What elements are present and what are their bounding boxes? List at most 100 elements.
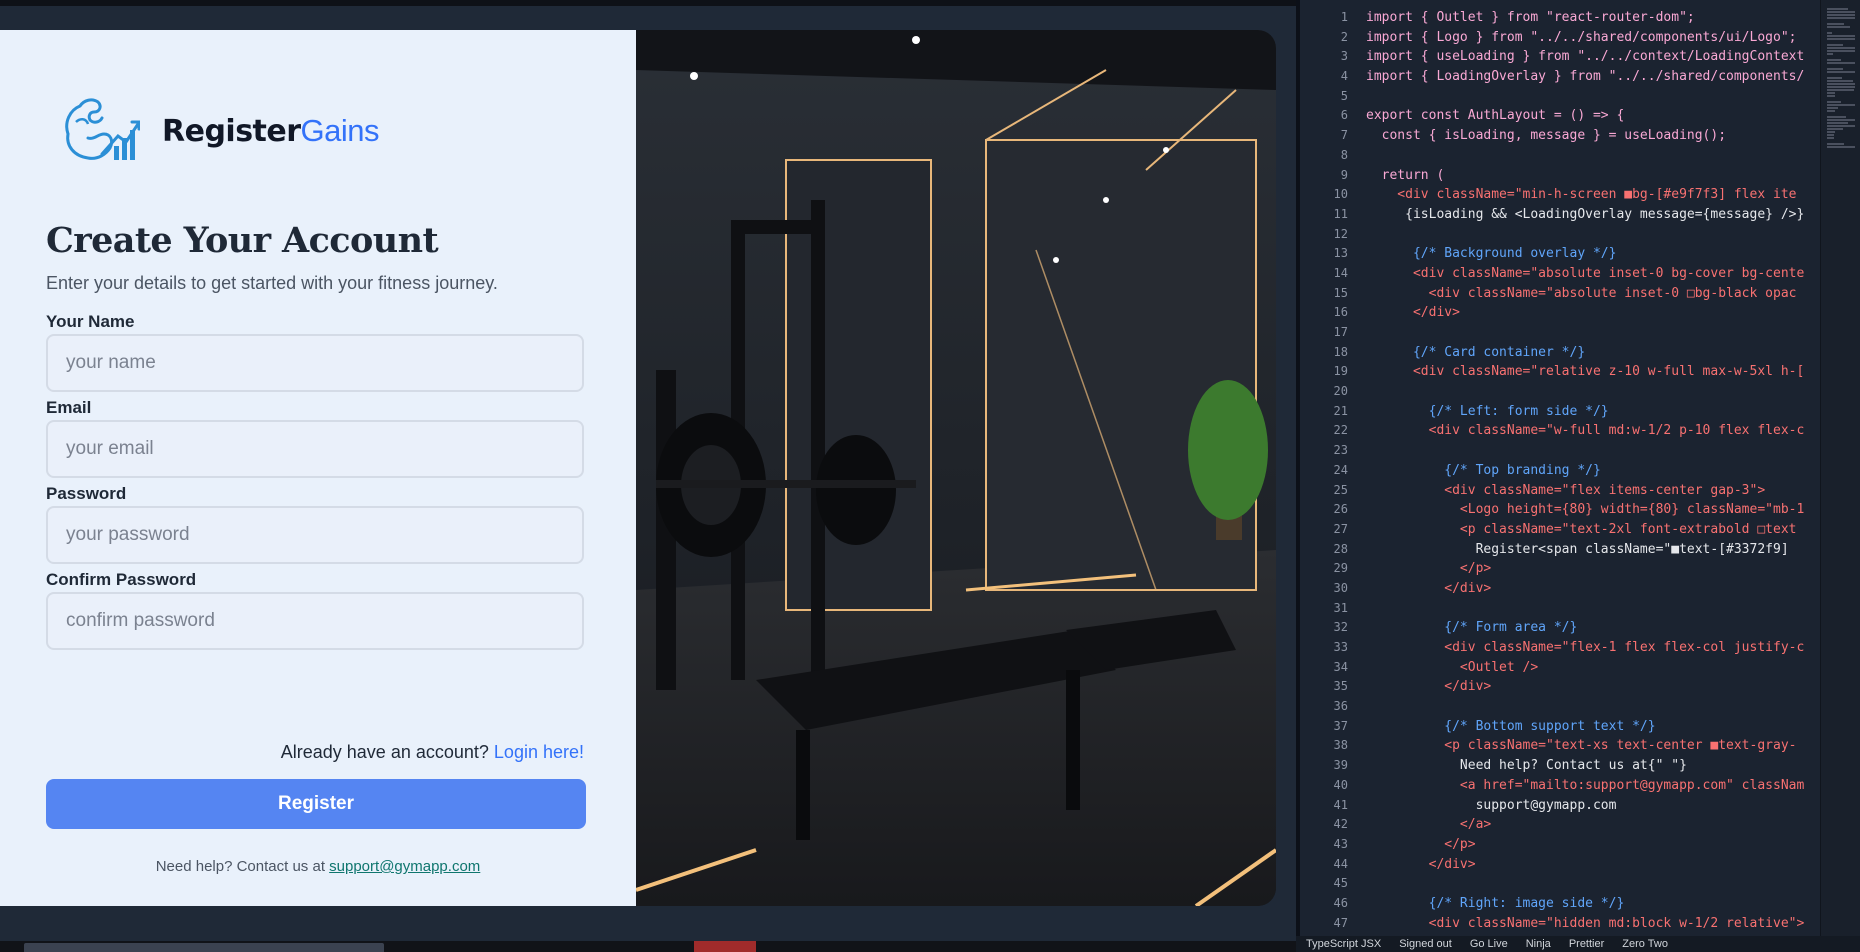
- page-title: Create Your Account: [46, 220, 439, 261]
- minimap-line: [1827, 32, 1832, 34]
- code-line[interactable]: </p>: [1366, 559, 1818, 579]
- code-line[interactable]: </div>: [1366, 303, 1818, 323]
- auth-card: RegisterGains Create Your Account Enter …: [0, 30, 1276, 906]
- status-item[interactable]: Prettier: [1569, 938, 1604, 950]
- line-number: 43: [1333, 836, 1348, 851]
- gym-photo: [636, 30, 1276, 906]
- name-input[interactable]: [46, 334, 584, 392]
- line-number: 3: [1340, 49, 1348, 64]
- status-item[interactable]: Go Live: [1470, 938, 1508, 950]
- code-line[interactable]: <p className="text-2xl font-extrabold □t…: [1366, 520, 1818, 540]
- status-item[interactable]: Signed out: [1399, 938, 1452, 950]
- email-input[interactable]: [46, 420, 584, 478]
- line-number: 7: [1340, 128, 1348, 143]
- code-line[interactable]: </div>: [1366, 677, 1818, 697]
- line-number: 16: [1333, 305, 1348, 320]
- minimap-line: [1827, 104, 1855, 106]
- line-number: 8: [1340, 147, 1348, 162]
- taskbar-app-thumbnail[interactable]: [24, 943, 384, 952]
- code-line[interactable]: {/* Right: image side */}: [1366, 894, 1818, 914]
- brand-name-part1: Register: [162, 114, 301, 149]
- code-line[interactable]: import { LoadingOverlay } from "../../sh…: [1366, 67, 1818, 87]
- support-email-link[interactable]: support@gymapp.com: [329, 858, 480, 875]
- line-number: 1: [1340, 10, 1348, 24]
- confirm-password-input[interactable]: [46, 592, 584, 650]
- code-line[interactable]: export const AuthLayout = () => {: [1366, 106, 1818, 126]
- minimap-line: [1827, 47, 1855, 49]
- code-line[interactable]: [1366, 874, 1818, 894]
- code-area[interactable]: import { Outlet } from "react-router-dom…: [1366, 8, 1818, 933]
- code-line[interactable]: <div className="absolute inset-0 bg-cove…: [1366, 264, 1818, 284]
- code-editor[interactable]: 1 2 3 4 5 6 7 8 9 10 11 12 13 14 15 16 17 18 19 20 21 22 23 24 2…: [1296, 0, 1860, 952]
- code-line[interactable]: [1366, 225, 1818, 245]
- code-line[interactable]: import { Outlet } from "react-router-dom…: [1366, 8, 1818, 28]
- line-number: 14: [1333, 265, 1348, 280]
- register-button[interactable]: Register: [46, 779, 586, 829]
- minimap-line: [1827, 125, 1855, 127]
- line-number: 21: [1333, 403, 1348, 418]
- help-text: Need help? Contact us at: [155, 858, 325, 875]
- code-line[interactable]: {/* Bottom support text */}: [1366, 717, 1818, 737]
- code-line[interactable]: [1366, 599, 1818, 619]
- code-line[interactable]: <div className="relative z-10 w-full max…: [1366, 362, 1818, 382]
- line-number: 30: [1333, 580, 1348, 595]
- gym-illustration: [636, 30, 1276, 906]
- line-number: 34: [1333, 659, 1348, 674]
- code-line[interactable]: {/* Card container */}: [1366, 343, 1818, 363]
- code-line[interactable]: <div className="w-full md:w-1/2 p-10 fle…: [1366, 421, 1818, 441]
- code-line[interactable]: </div>: [1366, 855, 1818, 875]
- line-number: 17: [1333, 325, 1348, 339]
- code-line[interactable]: <div className="flex-1 flex flex-col jus…: [1366, 638, 1818, 658]
- email-label: Email: [46, 398, 92, 417]
- code-line[interactable]: <div className="flex items-center gap-3"…: [1366, 481, 1818, 501]
- line-number: 18: [1333, 344, 1348, 359]
- status-item[interactable]: Ninja: [1526, 938, 1551, 950]
- code-line[interactable]: [1366, 87, 1818, 107]
- code-line[interactable]: [1366, 323, 1818, 343]
- code-line[interactable]: <Logo height={80} width={80} className="…: [1366, 500, 1818, 520]
- confirm-password-label: Confirm Password: [46, 570, 197, 589]
- status-item[interactable]: TypeScript JSX: [1306, 938, 1381, 950]
- minimap-line: [1827, 92, 1835, 94]
- name-label: Your Name: [46, 312, 135, 331]
- code-line[interactable]: const { isLoading, message } = useLoadin…: [1366, 126, 1818, 146]
- line-number: 19: [1333, 364, 1348, 379]
- line-number: 25: [1333, 482, 1348, 497]
- minimap-line: [1827, 137, 1834, 139]
- status-item[interactable]: Zero Two: [1622, 938, 1668, 950]
- code-line[interactable]: import { Logo } from "../../shared/compo…: [1366, 28, 1818, 48]
- line-number-gutter: 1 2 3 4 5 6 7 8 9 10 11 12 13 14 15 16 17 18 19 20 21 22 23 24 2…: [1300, 8, 1348, 933]
- code-line[interactable]: [1366, 146, 1818, 166]
- code-line[interactable]: {isLoading && <LoadingOverlay message={m…: [1366, 205, 1818, 225]
- minimap-line: [1827, 107, 1838, 109]
- password-input[interactable]: [46, 506, 584, 564]
- line-number: 46: [1333, 895, 1348, 910]
- code-line[interactable]: <p className="text-xs text-center ■text-…: [1366, 736, 1818, 756]
- code-line[interactable]: support@gymapp.com: [1366, 796, 1818, 816]
- code-line[interactable]: Register<span className="■text-[#3372f9]: [1366, 540, 1818, 560]
- code-line[interactable]: {/* Top branding */}: [1366, 461, 1818, 481]
- code-line[interactable]: Need help? Contact us at{" "}: [1366, 756, 1818, 776]
- code-line[interactable]: import { useLoading } from "../../contex…: [1366, 47, 1818, 67]
- code-line[interactable]: <div className="absolute inset-0 □bg-bla…: [1366, 284, 1818, 304]
- code-line[interactable]: <a href="mailto:support@gymapp.com" clas…: [1366, 776, 1818, 796]
- code-line[interactable]: <div className="hidden md:block w-1/2 re…: [1366, 914, 1818, 934]
- code-line[interactable]: [1366, 382, 1818, 402]
- code-line[interactable]: [1366, 697, 1818, 717]
- code-line[interactable]: {/* Left: form side */}: [1366, 402, 1818, 422]
- code-line[interactable]: <Outlet />: [1366, 658, 1818, 678]
- minimap[interactable]: [1820, 0, 1860, 936]
- code-line[interactable]: {/* Background overlay */}: [1366, 244, 1818, 264]
- code-line[interactable]: {/* Form area */}: [1366, 618, 1818, 638]
- code-line[interactable]: <div className="min-h-screen ■bg-[#e9f7f…: [1366, 185, 1818, 205]
- login-link[interactable]: Login here!: [494, 742, 584, 762]
- line-number: 13: [1333, 246, 1348, 261]
- minimap-line: [1827, 38, 1855, 40]
- code-line[interactable]: </p>: [1366, 835, 1818, 855]
- code-line[interactable]: </a>: [1366, 815, 1818, 835]
- code-line[interactable]: [1366, 441, 1818, 461]
- taskbar-app-red[interactable]: [694, 941, 756, 952]
- code-line[interactable]: </div>: [1366, 579, 1818, 599]
- minimap-line: [1827, 14, 1855, 16]
- code-line[interactable]: return (: [1366, 166, 1818, 186]
